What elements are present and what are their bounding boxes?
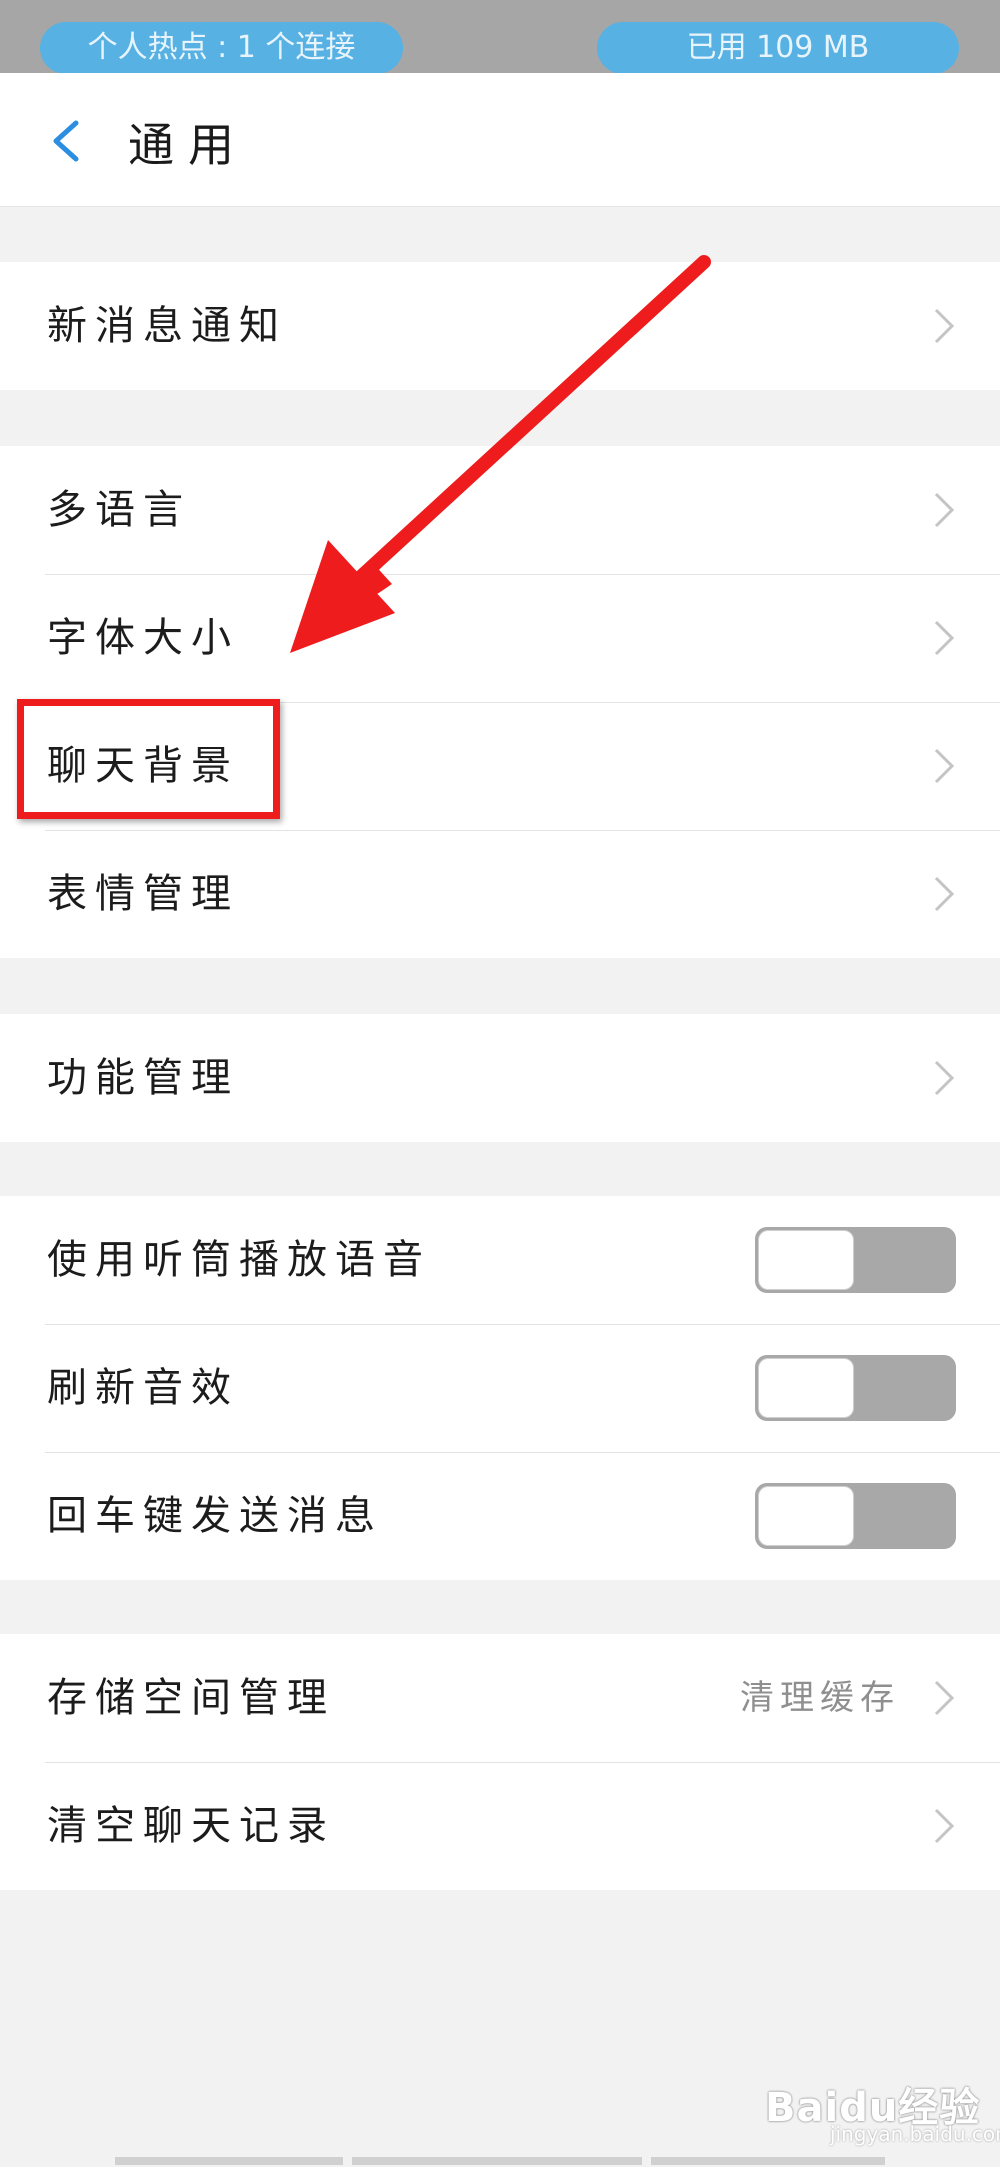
- highlight-box: [17, 699, 280, 819]
- row-label: 刷新音效: [47, 1365, 239, 1411]
- bottom-bars: [115, 2157, 885, 2167]
- earpiece-toggle[interactable]: [755, 1227, 956, 1293]
- row-label: 功能管理: [47, 1055, 239, 1101]
- section-features: 功能管理: [0, 1014, 1000, 1142]
- toggle-knob: [758, 1230, 854, 1290]
- row-label: 多语言: [47, 487, 191, 533]
- status-bar: 个人热点 : 1 个连接 已用 109 MB: [0, 0, 1000, 74]
- clear-cache-hint: 清理缓存: [740, 1678, 900, 1718]
- row-clear-chat-history[interactable]: 清空聊天记录: [0, 1762, 1000, 1890]
- chevron-right-icon: [934, 1060, 955, 1096]
- page-title: 通用: [128, 118, 248, 172]
- row-new-message-notification[interactable]: 新消息通知: [0, 262, 1000, 390]
- row-font-size[interactable]: 字体大小: [0, 574, 1000, 702]
- row-storage-management[interactable]: 存储空间管理 清理缓存: [0, 1634, 1000, 1762]
- chevron-right-icon: [934, 492, 955, 528]
- section-notifications: 新消息通知: [0, 262, 1000, 390]
- row-enter-to-send: 回车键发送消息: [0, 1452, 1000, 1580]
- chevron-right-icon: [934, 1808, 955, 1844]
- toggle-knob: [758, 1486, 854, 1546]
- chevron-right-icon: [934, 876, 955, 912]
- row-sticker-management[interactable]: 表情管理: [0, 830, 1000, 958]
- row-language[interactable]: 多语言: [0, 446, 1000, 574]
- toggle-knob: [758, 1358, 854, 1418]
- row-earpiece-playback: 使用听筒播放语音: [0, 1196, 1000, 1324]
- enter-to-send-toggle[interactable]: [755, 1483, 956, 1549]
- header: 通用: [0, 73, 1000, 207]
- chevron-right-icon: [934, 748, 955, 784]
- row-label: 表情管理: [47, 871, 239, 917]
- section-sound: 使用听筒播放语音 刷新音效 回车键发送消息: [0, 1196, 1000, 1580]
- row-label: 字体大小: [47, 615, 239, 661]
- chevron-right-icon: [934, 620, 955, 656]
- section-storage: 存储空间管理 清理缓存 清空聊天记录: [0, 1634, 1000, 1890]
- row-label: 存储空间管理: [47, 1675, 335, 1721]
- watermark-url: jingyan.baidu.com: [830, 2122, 1000, 2146]
- chevron-right-icon: [934, 308, 955, 344]
- row-label: 新消息通知: [47, 303, 287, 349]
- row-refresh-sound: 刷新音效: [0, 1324, 1000, 1452]
- row-label: 回车键发送消息: [47, 1493, 383, 1539]
- chevron-right-icon: [934, 1680, 955, 1716]
- refresh-sound-toggle[interactable]: [755, 1355, 956, 1421]
- hotspot-status: 个人热点 : 1 个连接: [40, 22, 403, 74]
- data-usage-status: 已用 109 MB: [597, 22, 959, 74]
- row-label: 使用听筒播放语音: [47, 1237, 431, 1283]
- chevron-left-icon[interactable]: [40, 111, 100, 171]
- row-label: 清空聊天记录: [47, 1803, 335, 1849]
- row-feature-management[interactable]: 功能管理: [0, 1014, 1000, 1142]
